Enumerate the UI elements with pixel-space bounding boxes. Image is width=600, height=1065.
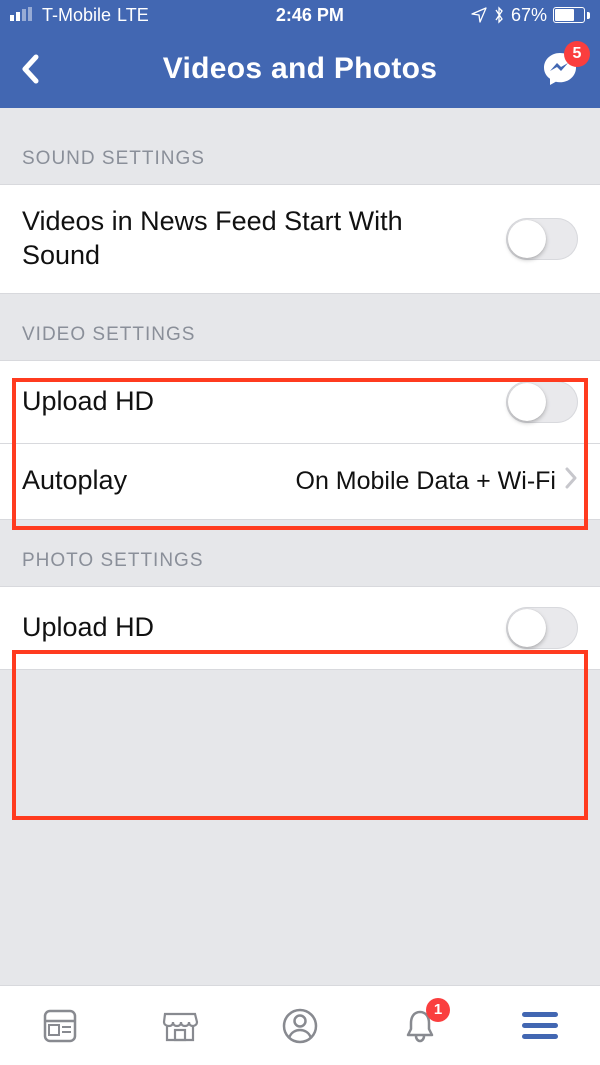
row-label: Videos in News Feed Start With Sound	[22, 205, 506, 273]
bluetooth-icon	[493, 6, 505, 24]
section-header-photo: PHOTO SETTINGS	[0, 520, 600, 586]
clock: 2:46 PM	[276, 5, 344, 26]
messenger-badge: 5	[564, 41, 590, 67]
marketplace-icon	[159, 1006, 201, 1046]
battery-pct: 67%	[511, 5, 547, 26]
page-title: Videos and Photos	[60, 52, 540, 86]
section-header-sound: SOUND SETTINGS	[0, 108, 600, 184]
hamburger-icon	[522, 1012, 558, 1039]
toggle-videos-sound[interactable]	[506, 218, 578, 260]
location-icon	[471, 7, 487, 23]
profile-icon	[280, 1006, 320, 1046]
section-header-video: VIDEO SETTINGS	[0, 294, 600, 360]
tab-bar: 1	[0, 985, 600, 1065]
toggle-photo-upload-hd[interactable]	[506, 607, 578, 649]
nav-header: Videos and Photos 5	[0, 30, 600, 108]
battery-icon	[553, 7, 590, 23]
chevron-right-icon	[564, 467, 578, 496]
back-button[interactable]	[20, 54, 60, 84]
status-bar: T-Mobile LTE 2:46 PM 67%	[0, 0, 600, 30]
network-label: LTE	[117, 5, 149, 26]
messenger-button[interactable]: 5	[540, 49, 580, 89]
feed-icon	[40, 1006, 80, 1046]
toggle-video-upload-hd[interactable]	[506, 381, 578, 423]
row-video-upload-hd[interactable]: Upload HD	[0, 360, 600, 444]
signal-icon	[10, 5, 36, 26]
row-label: Upload HD	[22, 385, 174, 419]
row-label: Autoplay	[22, 464, 147, 498]
row-photo-upload-hd[interactable]: Upload HD	[0, 586, 600, 670]
tab-profile[interactable]	[272, 998, 328, 1054]
carrier-label: T-Mobile	[42, 5, 111, 26]
row-autoplay[interactable]: Autoplay On Mobile Data + Wi-Fi	[0, 444, 600, 520]
highlight-photo-settings	[12, 650, 588, 820]
row-videos-sound[interactable]: Videos in News Feed Start With Sound	[0, 184, 600, 294]
autoplay-value: On Mobile Data + Wi-Fi	[296, 467, 557, 496]
battery-fill	[555, 9, 574, 21]
tab-notifications[interactable]: 1	[392, 998, 448, 1054]
notifications-badge: 1	[426, 998, 450, 1022]
content: SOUND SETTINGS Videos in News Feed Start…	[0, 108, 600, 670]
tab-news-feed[interactable]	[32, 998, 88, 1054]
tab-menu[interactable]	[512, 998, 568, 1054]
row-label: Upload HD	[22, 611, 174, 645]
tab-marketplace[interactable]	[152, 998, 208, 1054]
